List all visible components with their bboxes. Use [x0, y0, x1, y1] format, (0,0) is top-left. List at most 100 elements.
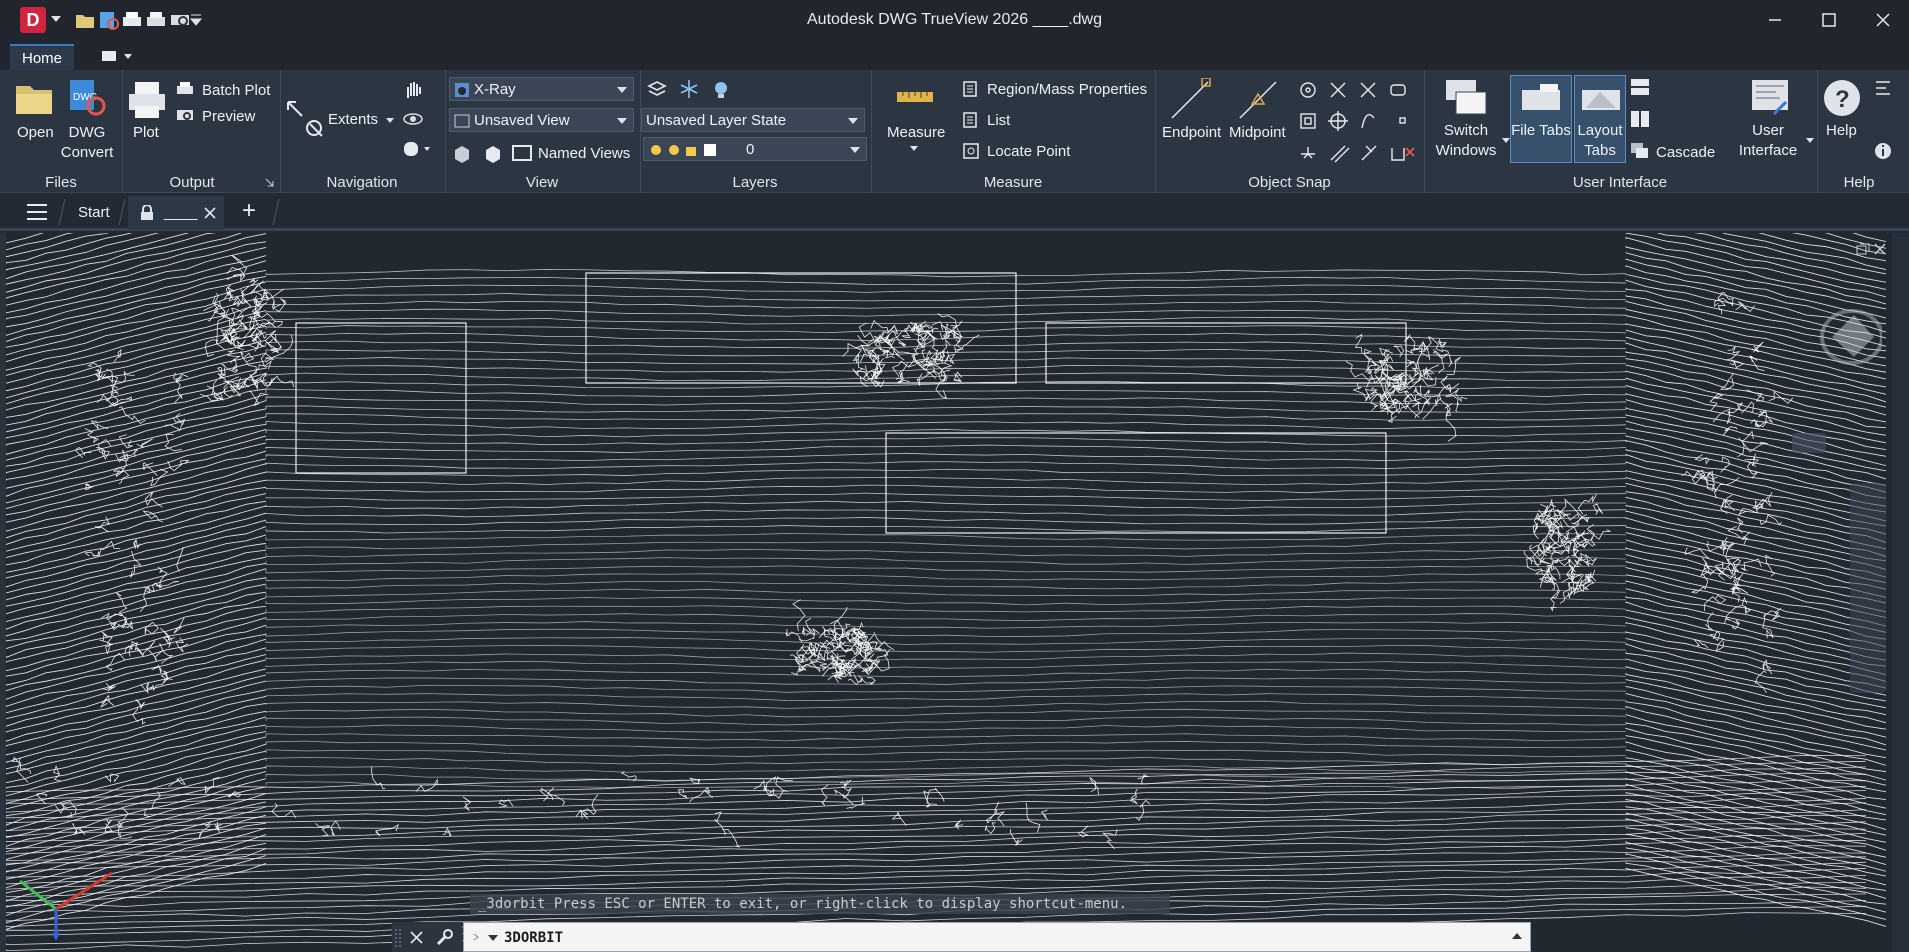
user-interface-dropdown-icon[interactable]: [1806, 138, 1814, 144]
switch-windows-label-2[interactable]: Windows: [1432, 142, 1500, 159]
chevron-down-icon: [850, 147, 860, 153]
view-cube-iso-icon[interactable]: [482, 143, 504, 165]
named-views-icon[interactable]: [512, 143, 532, 163]
steering-wheel-icon[interactable]: [402, 138, 432, 160]
view-icon: [454, 114, 470, 128]
grip-icon[interactable]: [394, 928, 402, 948]
endpoint-snap-icon[interactable]: [1168, 78, 1212, 122]
extents-button[interactable]: Extents: [328, 111, 378, 128]
view-cube-front-icon[interactable]: [451, 143, 473, 165]
switch-windows-dropdown-icon[interactable]: [1502, 138, 1510, 144]
layer-dropdown[interactable]: 0: [643, 137, 867, 161]
layer-properties-icon[interactable]: [646, 78, 668, 100]
plot-button[interactable]: Plot: [133, 124, 159, 141]
zoom-extents-icon[interactable]: [284, 98, 326, 140]
close-icon[interactable]: [1871, 8, 1895, 32]
recent-commands-chevron-icon[interactable]: [488, 935, 498, 942]
tab-home[interactable]: Home: [10, 44, 74, 70]
cascade-icon[interactable]: [1630, 142, 1650, 160]
workspace-toggle-icon[interactable]: [96, 48, 136, 64]
measure-ruler-icon[interactable]: [895, 86, 935, 108]
viewcube-menu-button[interactable]: [1792, 433, 1826, 453]
command-text: 3DORBIT: [504, 930, 564, 946]
viewport-close-icon[interactable]: [1874, 243, 1886, 255]
user-interface-label-1[interactable]: User: [1738, 122, 1798, 139]
layer-status-icons: [651, 144, 716, 156]
viewport-restore-icon[interactable]: [1856, 243, 1870, 255]
viewcube-icon[interactable]: [1812, 253, 1882, 383]
chevron-down-icon: [617, 87, 627, 93]
help-button[interactable]: Help: [1826, 122, 1857, 139]
locate-point-icon[interactable]: [962, 142, 980, 160]
open-folder-icon[interactable]: [14, 80, 54, 116]
named-view-dropdown[interactable]: Unsaved View: [449, 108, 634, 132]
cascade-button[interactable]: Cascade: [1656, 144, 1715, 161]
named-view-value: Unsaved View: [474, 112, 570, 129]
new-tab-button[interactable]: +: [242, 197, 256, 225]
layout-tabs-icon: [1582, 90, 1620, 110]
tile-horizontal-icon[interactable]: [1630, 78, 1650, 96]
visual-style-dropdown[interactable]: X-Ray: [449, 77, 634, 101]
list-icon[interactable]: [962, 111, 980, 129]
layer-freeze-icon[interactable]: [678, 78, 700, 100]
ribbon-collapse-icon[interactable]: [1874, 80, 1892, 96]
command-history: _3dorbit Press ESC or ENTER to exit, or …: [470, 894, 1170, 914]
current-layer-value: 0: [746, 141, 755, 158]
navigation-bar[interactable]: [1850, 483, 1886, 693]
layer-state-value: Unsaved Layer State: [646, 112, 787, 129]
layer-state-dropdown[interactable]: Unsaved Layer State: [641, 108, 865, 132]
batch-plot-button[interactable]: Batch Plot: [202, 82, 270, 99]
ribbon-tab-bar: Home: [0, 40, 1909, 70]
hamburger-menu-icon[interactable]: [26, 203, 48, 221]
panel-title-output: Output: [169, 174, 215, 191]
close-tab-icon[interactable]: [204, 207, 216, 219]
switch-windows-icon[interactable]: [1444, 78, 1488, 118]
lock-icon: [141, 205, 153, 220]
file-tabs-label: File Tabs: [1511, 122, 1571, 139]
preview-icon[interactable]: [176, 106, 194, 124]
list-button[interactable]: List: [987, 112, 1010, 129]
minimize-icon[interactable]: [1763, 8, 1787, 32]
measure-dropdown-icon[interactable]: [910, 146, 918, 152]
user-interface-label-2[interactable]: Interface: [1734, 142, 1802, 159]
open-button[interactable]: Open: [17, 124, 54, 141]
customize-wrench-icon[interactable]: [434, 928, 454, 948]
tab-active-file[interactable]: ____: [128, 196, 224, 230]
named-views-button[interactable]: Named Views: [538, 145, 630, 162]
dwg-convert-label-1[interactable]: DWG: [64, 124, 110, 141]
midpoint-snap-icon[interactable]: [1236, 78, 1280, 122]
drawing-right-edge: [1892, 233, 1909, 952]
midpoint-button[interactable]: Midpoint: [1229, 124, 1286, 141]
user-interface-icon[interactable]: [1750, 78, 1790, 116]
region-mass-icon[interactable]: [962, 80, 980, 98]
tab-start[interactable]: Start: [78, 204, 110, 221]
batch-plot-icon[interactable]: [176, 80, 194, 98]
extents-dropdown-icon[interactable]: [386, 118, 394, 124]
help-icon[interactable]: ?: [1822, 78, 1862, 118]
ribbon: Open DWG DWG Convert Files Plot Batch Pl…: [0, 70, 1909, 193]
command-input[interactable]: 3DORBIT: [463, 922, 1531, 952]
info-icon[interactable]: [1874, 142, 1892, 160]
close-command-line-icon[interactable]: [410, 931, 423, 944]
preview-button[interactable]: Preview: [202, 108, 255, 125]
pan-hand-icon[interactable]: [402, 78, 424, 100]
command-history-toggle-icon[interactable]: [1512, 932, 1522, 940]
panel-title-measure: Measure: [983, 174, 1043, 191]
maximize-icon[interactable]: [1817, 8, 1841, 32]
measure-button[interactable]: Measure: [887, 124, 945, 141]
switch-windows-label-1[interactable]: Switch: [1432, 122, 1500, 139]
plot-icon[interactable]: [127, 80, 167, 120]
tile-vertical-icon[interactable]: [1630, 110, 1650, 128]
locate-point-button[interactable]: Locate Point: [987, 143, 1070, 160]
chevron-down-icon: [848, 118, 858, 124]
drawing-canvas[interactable]: [6, 233, 1892, 952]
endpoint-button[interactable]: Endpoint: [1162, 124, 1221, 141]
orbit-icon[interactable]: [402, 108, 424, 130]
region-mass-properties-button[interactable]: Region/Mass Properties: [987, 81, 1147, 98]
layer-on-icon[interactable]: [710, 78, 732, 100]
dialog-launcher-icon[interactable]: [265, 178, 274, 187]
dwg-convert-label-2[interactable]: Convert: [56, 144, 118, 161]
layout-tabs-label-1: Layout: [1577, 122, 1623, 139]
object-snap-grid-icons[interactable]: [1296, 78, 1416, 166]
dwg-convert-icon[interactable]: DWG: [66, 78, 106, 118]
